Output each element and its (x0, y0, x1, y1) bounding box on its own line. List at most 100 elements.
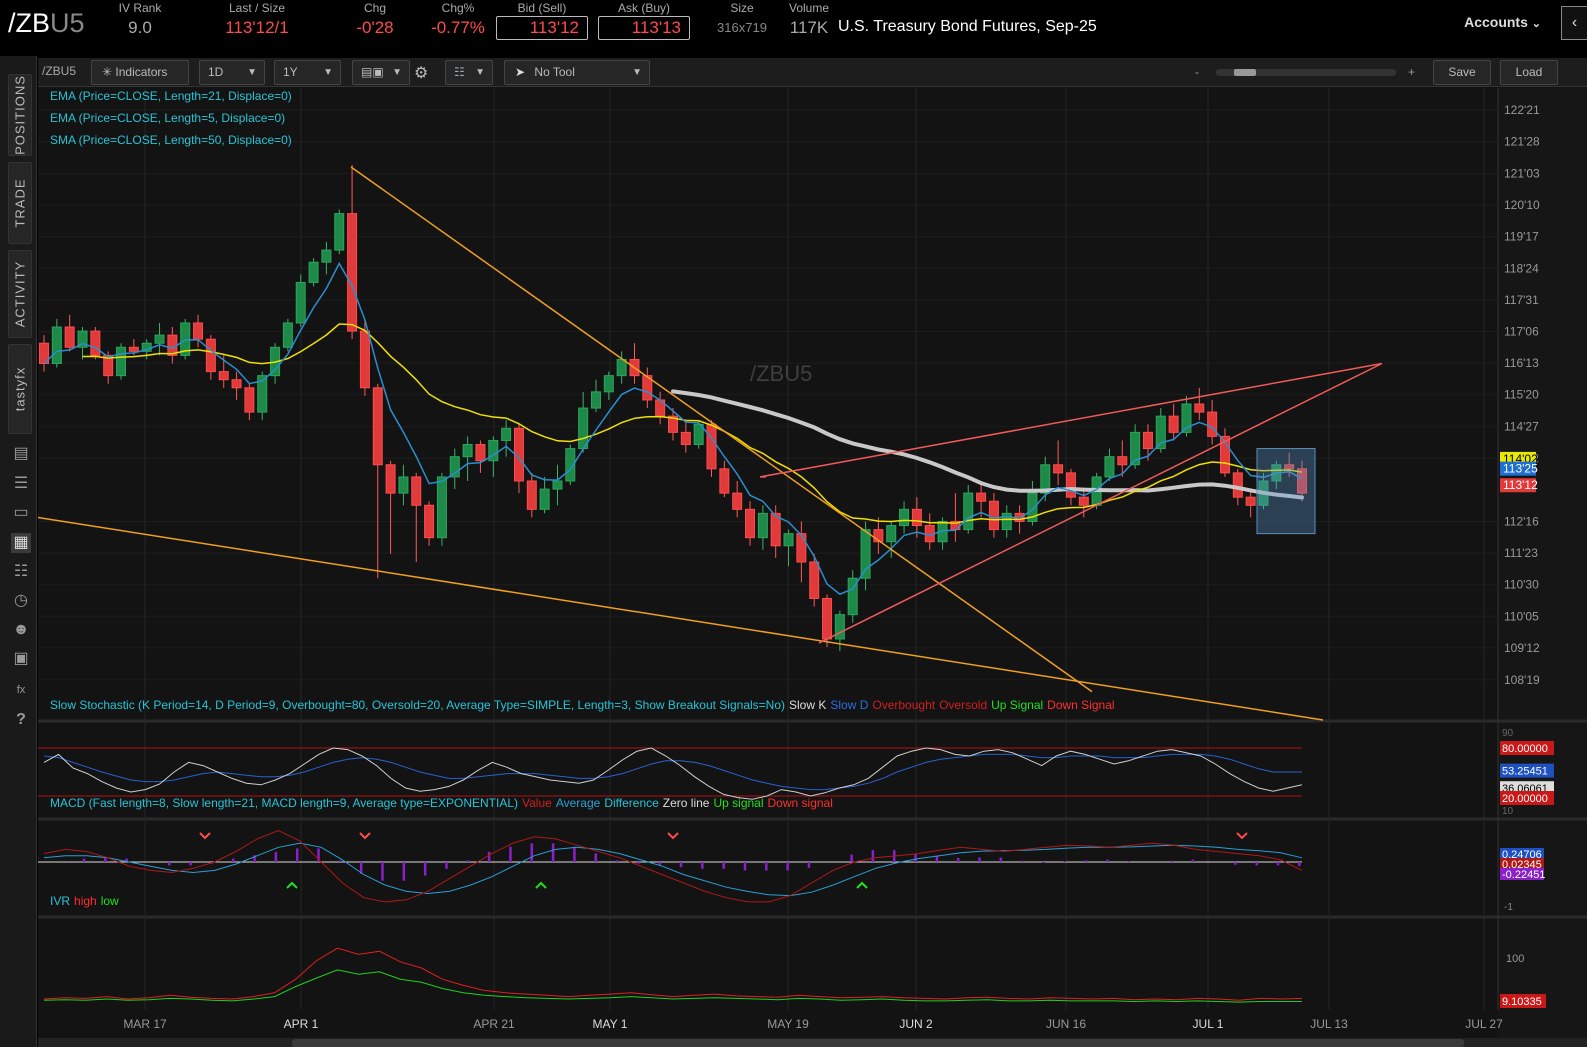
grid-icon[interactable]: ☷ (11, 562, 31, 582)
tab-tastyfx-label: tastyfx (12, 366, 28, 412)
change: Chg -0'28 (350, 0, 400, 40)
date-tick-label: APR 21 (473, 1017, 515, 1031)
stoch-os-value: 20.00000 (1502, 793, 1548, 805)
gauge-icon[interactable]: ◷ (11, 591, 31, 611)
load-button[interactable]: Load (1500, 60, 1558, 85)
chevron-down-icon: ▼ (247, 67, 257, 78)
ivr-legend-high: high (74, 894, 97, 908)
people-icon[interactable]: ☻ (11, 620, 31, 640)
price-tick-label: 118'24 (1504, 261, 1539, 275)
stoch-label: Slow Stochastic (K Period=14, D Period=9… (50, 698, 785, 712)
indicators-label: Indicators (115, 65, 168, 79)
volume-value: 117K (789, 18, 829, 37)
candle (90, 330, 101, 356)
symbol-root: /ZB (8, 8, 51, 38)
candle (372, 387, 383, 466)
left-chevron-icon[interactable]: ‹ (1561, 6, 1587, 40)
fx-icon[interactable]: fx (11, 680, 31, 700)
ivr-label: IVR (50, 894, 71, 908)
highlight-box (1256, 448, 1316, 535)
chevron-down-icon: ▼ (632, 67, 642, 78)
ivr-value: 9.10335 (1502, 996, 1542, 1008)
candle (359, 330, 370, 389)
chart-canvas[interactable]: 122'21 121'28 121'03 120'10 119'17 118'24 117'… (38, 88, 1587, 1047)
candle (321, 249, 332, 263)
tv-icon[interactable]: ▭ (11, 503, 31, 523)
ask-button[interactable]: 113'13 (598, 16, 690, 40)
date-tick-label: JUL 13 (1310, 1017, 1348, 1031)
chart-icon[interactable]: ▦ (11, 533, 31, 553)
app-window: /ZBU5 IV Rank 9.0 Last / Size 113'12/1 C… (0, 0, 1587, 1047)
price-tick-label: 108'19 (1504, 673, 1540, 687)
zoom-slider[interactable] (1216, 69, 1396, 76)
tab-trade-label: TRADE (12, 178, 28, 228)
candle (347, 213, 358, 332)
candle (1078, 496, 1089, 506)
candle (539, 488, 550, 510)
list-icon[interactable]: ☰ (11, 474, 31, 494)
price-tick-label: 120'10 (1504, 198, 1540, 212)
change-pct-label: Chg% (441, 1, 475, 15)
stoch-legend-os: Oversold (939, 698, 988, 712)
chevron-down-icon: ▼ (392, 67, 402, 78)
macd-legend-down: Down signal (767, 796, 833, 810)
candle (552, 480, 563, 490)
indicators-button[interactable]: ✳ Indicators (91, 60, 189, 85)
change-value: -0'28 (356, 18, 394, 37)
ask-label: Ask (Buy) (617, 1, 670, 15)
help-icon[interactable]: ? (11, 710, 31, 730)
globe-icon: ☷ (454, 65, 465, 79)
candle (745, 508, 756, 539)
candle (860, 529, 871, 579)
price-tick-label: 121'03 (1504, 166, 1540, 180)
macd-legend-zero: Zero line (662, 796, 710, 810)
ema5-axis-label: 113'25 (1503, 462, 1538, 476)
size: Size 316x719 (712, 0, 772, 40)
period-select[interactable]: 1D ▼ (199, 60, 265, 85)
candle (1168, 415, 1179, 433)
candle (51, 326, 62, 364)
drawing-style-select[interactable]: ☷ ▼ (445, 60, 493, 85)
stoch-legend-down: Down Signal (1047, 698, 1115, 712)
tab-activity[interactable]: ACTIVITY (8, 250, 32, 338)
candle (822, 597, 833, 640)
range-select[interactable]: 1Y ▼ (274, 60, 341, 85)
candle (385, 464, 396, 494)
candle (603, 375, 614, 393)
ivr-legend-low: low (100, 894, 119, 908)
candle (154, 334, 165, 344)
macd-legend-up: Up signal (713, 796, 764, 810)
tab-trade[interactable]: TRADE (8, 162, 32, 244)
candle (205, 338, 216, 373)
chart-style-select[interactable]: ▤▣ ▼ (352, 60, 410, 85)
zoom-in-button[interactable]: + (1408, 65, 1415, 79)
price-tick-label: 121'28 (1504, 134, 1540, 148)
save-button[interactable]: Save (1433, 60, 1491, 85)
last-price-label: 113'12 (1503, 478, 1538, 492)
zoom-out-button[interactable]: - (1195, 65, 1199, 79)
price-tick-label: 119'17 (1504, 230, 1539, 244)
symbol-field[interactable]: /ZBU5 (8, 8, 85, 39)
price-tick-label: 110'30 (1504, 578, 1539, 592)
candle (590, 391, 601, 409)
zoom-slider-handle[interactable] (1234, 69, 1256, 76)
tab-positions-label: POSITIONS (12, 75, 28, 155)
price-tick-label: 110'05 (1504, 609, 1539, 623)
calendar-icon[interactable]: ▣ (11, 649, 31, 669)
candle (501, 427, 512, 441)
tool-select[interactable]: ➤ No Tool ▼ (504, 60, 650, 85)
settings-gear-icon[interactable]: ⚙ (414, 63, 428, 83)
candle (732, 492, 743, 510)
chevron-down-icon: ▼ (475, 67, 485, 78)
candle (1194, 403, 1205, 413)
candle (1245, 496, 1256, 506)
bid-button[interactable]: 113'12 (496, 16, 588, 40)
chart-watermark: /ZBU5 (750, 361, 813, 386)
candle (783, 533, 794, 547)
tab-positions[interactable]: POSITIONS (8, 74, 32, 156)
candle (886, 525, 897, 543)
document-icon[interactable]: ▤ (11, 444, 31, 464)
accounts-menu[interactable]: Accounts ⌄ (1464, 14, 1541, 30)
candle (1142, 431, 1153, 450)
tab-tastyfx[interactable]: tastyfx (8, 344, 32, 434)
